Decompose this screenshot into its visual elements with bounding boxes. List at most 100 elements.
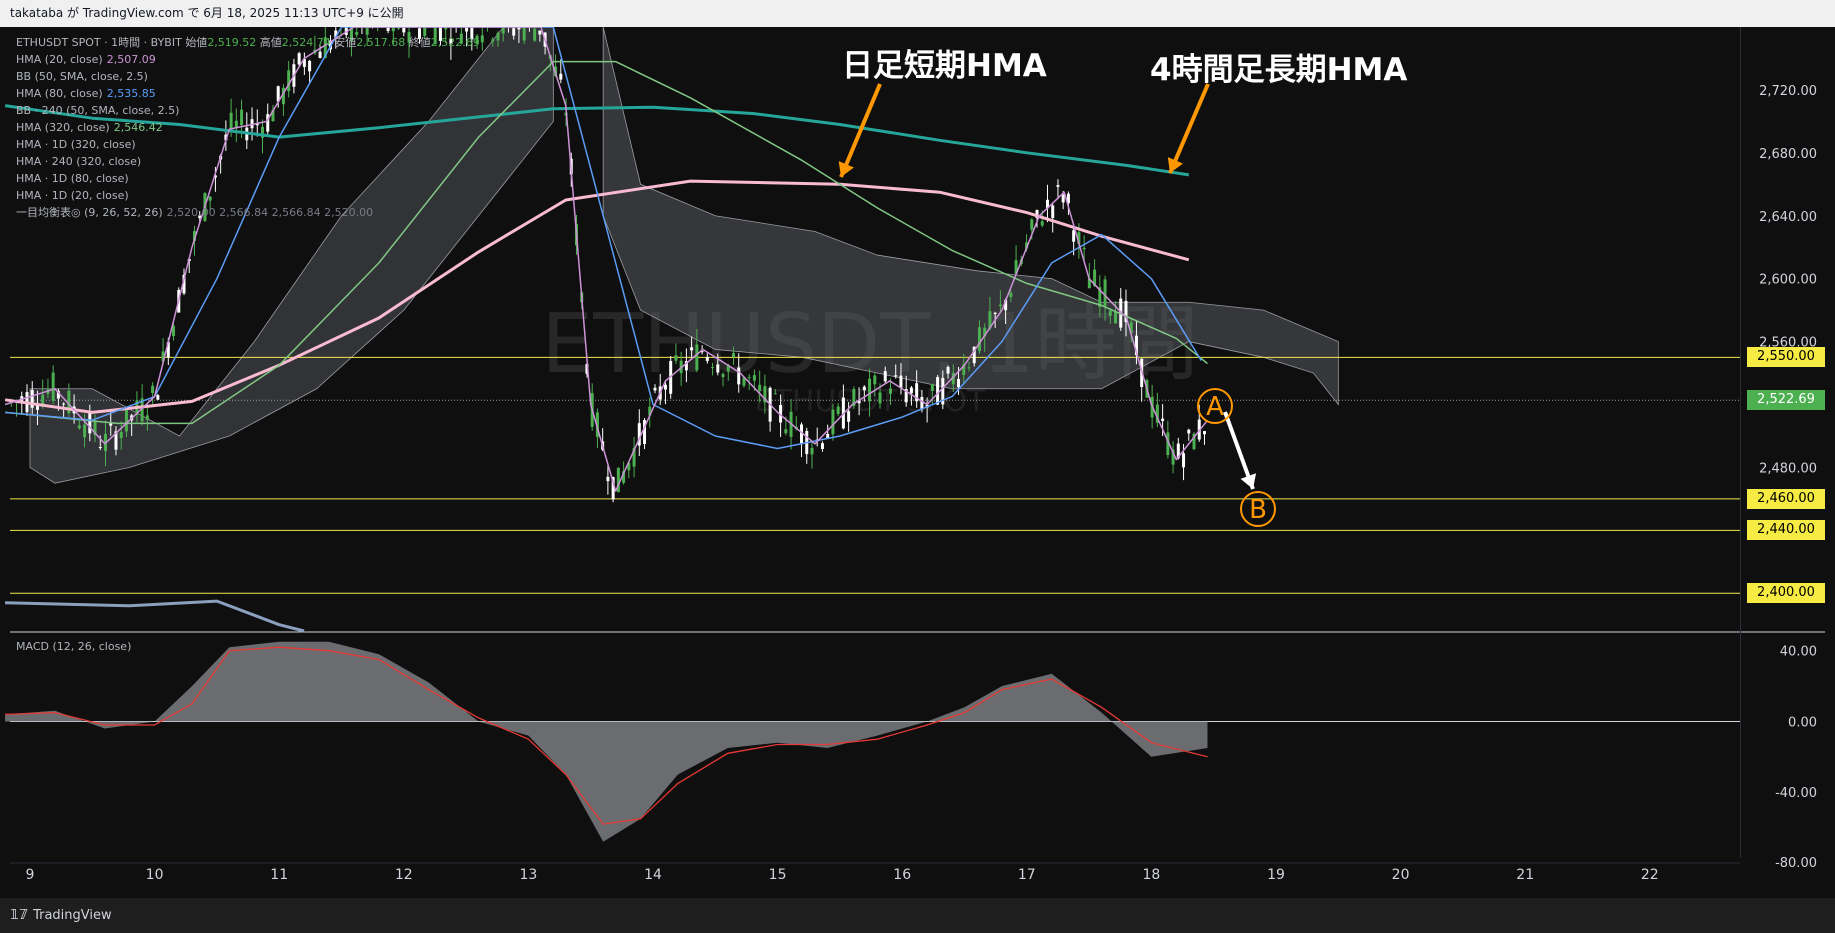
time-tick-10: 19 <box>1267 867 1285 883</box>
time-tick-0: 9 <box>26 867 35 883</box>
legend-label: HMA · 1D (80, close) <box>16 172 129 185</box>
indicator-legend: ETHUSDT SPOT · 1時間 · BYBIT 始値2,519.52 高値… <box>16 34 480 221</box>
candle-body <box>51 372 55 401</box>
symbol-line: ETHUSDT SPOT · 1時間 · BYBIT 始値2,519.52 高値… <box>16 34 480 51</box>
candle-body <box>480 35 484 43</box>
candle-body <box>1040 221 1044 226</box>
candle-body <box>752 375 756 381</box>
candle-body <box>946 366 950 374</box>
candle-body <box>773 393 777 395</box>
time-tick-7: 16 <box>893 867 911 883</box>
time-tick-11: 20 <box>1392 867 1410 883</box>
candle-body <box>831 409 835 435</box>
time-tick-3: 12 <box>395 867 413 883</box>
candle-body <box>674 355 678 361</box>
point-b-label: B <box>1249 495 1267 525</box>
annotation-daily-hma: 日足短期HMA <box>842 48 1047 84</box>
legend-value: 2,507.09 <box>106 53 156 66</box>
candle-body <box>98 447 102 449</box>
candle-body <box>1072 230 1076 242</box>
time-tick-2: 11 <box>270 867 288 883</box>
close-value: 2,522.69 <box>430 36 480 49</box>
macd-histogram <box>5 641 1208 842</box>
legend-label: 一目均衡表◎ (9, 26, 52, 26) <box>16 206 163 219</box>
candle-body <box>653 387 657 391</box>
low-value: 2,517.68 <box>356 36 406 49</box>
legend-row[interactable]: HMA · 1D (20, close) <box>16 187 480 204</box>
candle-body <box>533 28 537 41</box>
legend-row[interactable]: HMA · 1D (80, close) <box>16 170 480 187</box>
time-tick-8: 17 <box>1018 867 1036 883</box>
candle-body <box>894 375 898 377</box>
candle-body <box>501 27 505 34</box>
candle-body <box>1061 194 1065 203</box>
candle-body <box>538 30 542 35</box>
candle-body <box>491 39 495 42</box>
annotation-4h-hma: 4時間足長期HMA <box>1150 52 1408 88</box>
candle-body <box>998 304 1002 307</box>
candle-body <box>151 385 155 393</box>
candle-body <box>1202 431 1206 435</box>
candle-body <box>721 373 725 378</box>
candle-body <box>606 476 610 482</box>
legend-row[interactable]: HMA · 240 (320, close) <box>16 153 480 170</box>
legend-row[interactable]: 一目均衡表◎ (9, 26, 52, 26) 2,520.00 2,566.84 … <box>16 204 480 221</box>
price-tick-3: 2,600.00 <box>1759 273 1817 288</box>
legend-row[interactable]: BB · 240 (50, SMA, close, 2.5) <box>16 102 480 119</box>
candle-body <box>1009 292 1013 298</box>
candle-body <box>695 344 699 371</box>
time-tick-6: 15 <box>769 867 787 883</box>
legend-label: HMA (80, close) <box>16 87 103 100</box>
candle-body <box>62 403 66 405</box>
candle-body <box>512 28 516 36</box>
candle-body <box>820 443 824 449</box>
close-label: 終値 <box>408 36 431 49</box>
high-label: 高値 <box>259 36 282 49</box>
tradingview-footer: 𝟙𝟟 TradingView <box>0 898 1835 933</box>
candle-body <box>930 384 934 391</box>
tradingview-logo-icon: 𝟙𝟟 <box>10 908 29 923</box>
candle-body <box>909 387 913 394</box>
price-axis-border <box>1740 27 1741 858</box>
candle-body <box>847 411 851 422</box>
candle-body <box>496 32 500 41</box>
macd-tick-1: 0.00 <box>1788 715 1817 730</box>
macd-tick-2: -40.00 <box>1775 786 1817 801</box>
open-value: 2,519.52 <box>207 36 257 49</box>
candle-body <box>1030 219 1034 230</box>
candle-body <box>1114 311 1118 324</box>
legend-label: HMA · 240 (320, close) <box>16 155 142 168</box>
candle-body <box>109 423 113 426</box>
legend-row[interactable]: HMA (20, close) 2,507.09 <box>16 51 480 68</box>
candle-body <box>1056 185 1060 187</box>
candle-body <box>878 392 882 404</box>
candle-body <box>663 384 667 390</box>
time-tick-13: 22 <box>1641 867 1659 883</box>
candle-body <box>124 407 128 432</box>
candle-body <box>810 447 814 455</box>
candle-body <box>83 424 87 438</box>
candle-body <box>800 424 804 445</box>
candle-body <box>883 371 887 382</box>
time-tick-1: 10 <box>146 867 164 883</box>
level-price-tag: 2,400.00 <box>1747 583 1825 604</box>
candle-body <box>522 27 526 41</box>
candle-body <box>731 353 735 358</box>
candle-body <box>888 388 892 394</box>
legend-row[interactable]: HMA · 1D (320, close) <box>16 136 480 153</box>
macd-title: MACD (12, 26, close) <box>16 640 132 653</box>
legend-value: 2,546.42 <box>113 121 163 134</box>
candle-body <box>977 327 981 352</box>
legend-row[interactable]: HMA (80, close) 2,535.85 <box>16 85 480 102</box>
candle-body <box>705 357 709 361</box>
level-price-tag: 2,440.00 <box>1747 520 1825 541</box>
time-tick-9: 18 <box>1142 867 1160 883</box>
price-tick-5: 2,480.00 <box>1759 461 1817 476</box>
open-label: 始値 <box>185 36 208 49</box>
legend-row[interactable]: HMA (320, close) 2,546.42 <box>16 119 480 136</box>
candle-body <box>1108 310 1112 316</box>
level-price-tag: 2,550.00 <box>1747 347 1825 368</box>
time-tick-5: 14 <box>644 867 662 883</box>
candle-body <box>993 312 997 315</box>
legend-row[interactable]: BB (50, SMA, close, 2.5) <box>16 68 480 85</box>
